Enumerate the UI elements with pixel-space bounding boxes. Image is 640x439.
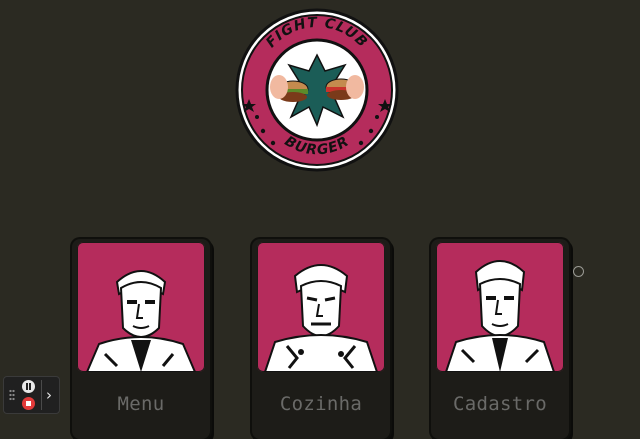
menu-portrait-image	[77, 242, 205, 372]
divider	[41, 380, 42, 410]
cozinha-card-label: Cozinha	[279, 393, 363, 415]
drag-handle-icon[interactable]	[9, 389, 15, 401]
media-control-widget: ›	[3, 376, 60, 414]
menu-card[interactable]: Menu	[72, 239, 210, 439]
cadastro-card[interactable]: Cadastro	[431, 239, 569, 439]
chevron-right-icon[interactable]: ›	[46, 387, 52, 403]
cadastro-card-label: Cadastro	[453, 393, 547, 415]
cozinha-portrait-image	[257, 242, 385, 372]
cadastro-portrait-image	[436, 242, 564, 372]
logo-graphic: FIGHT CLUB BURGER	[235, 8, 399, 172]
pause-icon[interactable]	[22, 380, 35, 393]
radio-toggle[interactable]	[573, 266, 584, 277]
fight-club-burger-logo: FIGHT CLUB BURGER	[229, 7, 405, 177]
cozinha-card[interactable]: Cozinha	[252, 239, 390, 439]
menu-card-label: Menu	[117, 393, 165, 415]
stop-icon[interactable]	[22, 397, 35, 410]
